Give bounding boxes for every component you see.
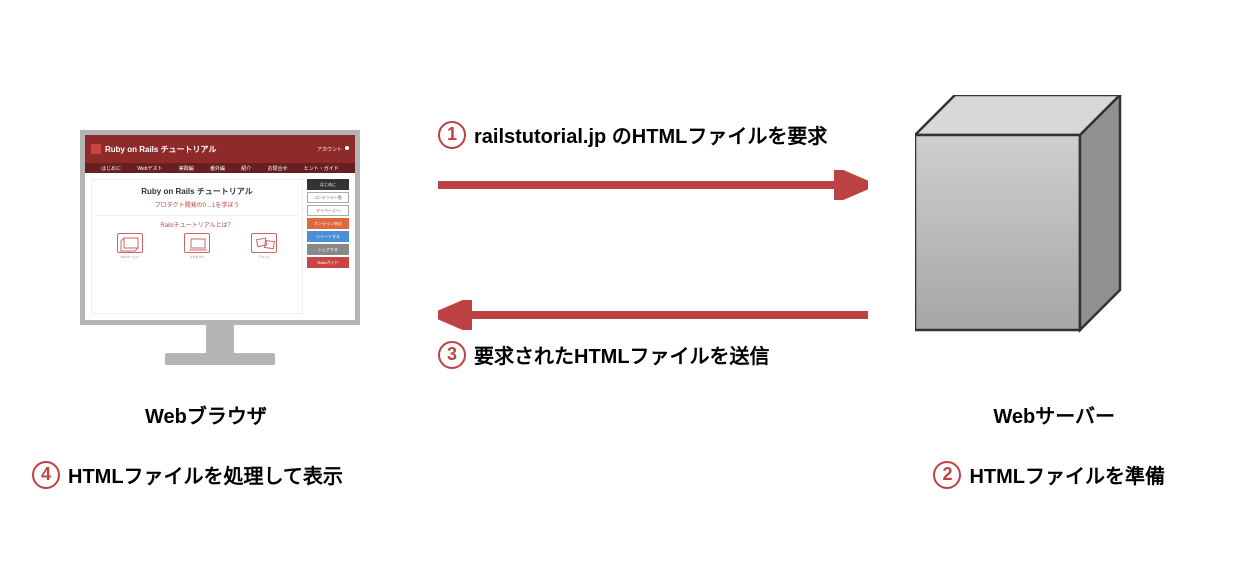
feature-icon xyxy=(251,233,277,253)
site-title: Ruby on Rails チュートリアル xyxy=(105,144,216,155)
sidebar-button: オンライン申込 xyxy=(307,218,349,229)
sidebar-button: はじめに xyxy=(307,179,349,190)
server-label: Webサーバー xyxy=(993,400,1115,429)
nav-item: 番外編 xyxy=(210,165,225,172)
step-text: 要求されたHTMLファイルを送信 xyxy=(474,340,770,369)
caption: プロダクト xyxy=(183,255,211,259)
server-illustration xyxy=(915,95,1135,350)
sidebar-button: Railsガイド xyxy=(307,257,349,268)
caption: テキスト xyxy=(250,255,278,259)
monitor-frame: Ruby on Rails チュートリアル アカウント はじめに Webテスト … xyxy=(80,130,360,325)
step-text: railstutorial.jp のHTMLファイルを要求 xyxy=(474,120,827,149)
site-header-menu: アカウント xyxy=(317,146,349,153)
step-number-icon: 1 xyxy=(438,121,466,149)
dot-icon xyxy=(345,146,349,150)
feature-icon xyxy=(117,233,143,253)
site-body: Ruby on Rails チュートリアル プロダクト開発の0→1を学ぼう Ra… xyxy=(85,173,355,320)
request-arrow xyxy=(438,170,868,205)
server-cube-icon xyxy=(915,95,1135,345)
nav-item: はじめに xyxy=(101,165,121,172)
nav-item: 実践編 xyxy=(179,165,194,172)
sidebar-button: シェアする xyxy=(307,244,349,255)
feature-icon xyxy=(184,233,210,253)
nav-item: 紹介 xyxy=(241,165,251,172)
step-1-label: 1 railstutorial.jp のHTMLファイルを要求 xyxy=(438,120,827,149)
site-header: Ruby on Rails チュートリアル アカウント xyxy=(85,135,355,163)
section-heading: Railsチュートリアルとは？ xyxy=(96,220,298,229)
caption: Webサービス xyxy=(116,255,144,259)
site-sidebar: はじめに コンテンツ一覧 マイページへ オンライン申込 ツイートする シェアする… xyxy=(307,179,349,314)
main-heading: Ruby on Rails チュートリアル xyxy=(96,186,298,197)
step-number-icon: 2 xyxy=(933,461,961,489)
main-subheading: プロダクト開発の0→1を学ぼう xyxy=(96,200,298,209)
browser-label: Webブラウザ xyxy=(145,400,267,429)
sidebar-button: マイページへ xyxy=(307,205,349,216)
monitor-base xyxy=(165,353,275,365)
sidebar-button: ツイートする xyxy=(307,231,349,242)
nav-item: お問合せ xyxy=(268,165,288,172)
nav-item: ヒント・ガイド xyxy=(304,165,339,172)
step-number-icon: 4 xyxy=(32,461,60,489)
nav-item: Webテスト xyxy=(137,165,162,172)
site-main: Ruby on Rails チュートリアル プロダクト開発の0→1を学ぼう Ra… xyxy=(91,179,303,314)
step-2-label: 2 HTMLファイルを準備 xyxy=(933,460,1165,489)
step-text: HTMLファイルを処理して表示 xyxy=(68,460,343,489)
browser-illustration: Ruby on Rails チュートリアル アカウント はじめに Webテスト … xyxy=(80,130,360,370)
step-4-label: 4 HTMLファイルを処理して表示 xyxy=(32,460,343,489)
site-logo-icon xyxy=(91,144,101,154)
step-text: HTMLファイルを準備 xyxy=(969,460,1165,489)
step-3-label: 3 要求されたHTMLファイルを送信 xyxy=(438,340,770,369)
site-nav: はじめに Webテスト 実践編 番外編 紹介 お問合せ ヒント・ガイド xyxy=(85,163,355,173)
response-arrow xyxy=(438,300,868,335)
feature-icons xyxy=(96,233,298,253)
sidebar-button: コンテンツ一覧 xyxy=(307,192,349,203)
step-number-icon: 3 xyxy=(438,341,466,369)
monitor-stand xyxy=(206,325,234,353)
